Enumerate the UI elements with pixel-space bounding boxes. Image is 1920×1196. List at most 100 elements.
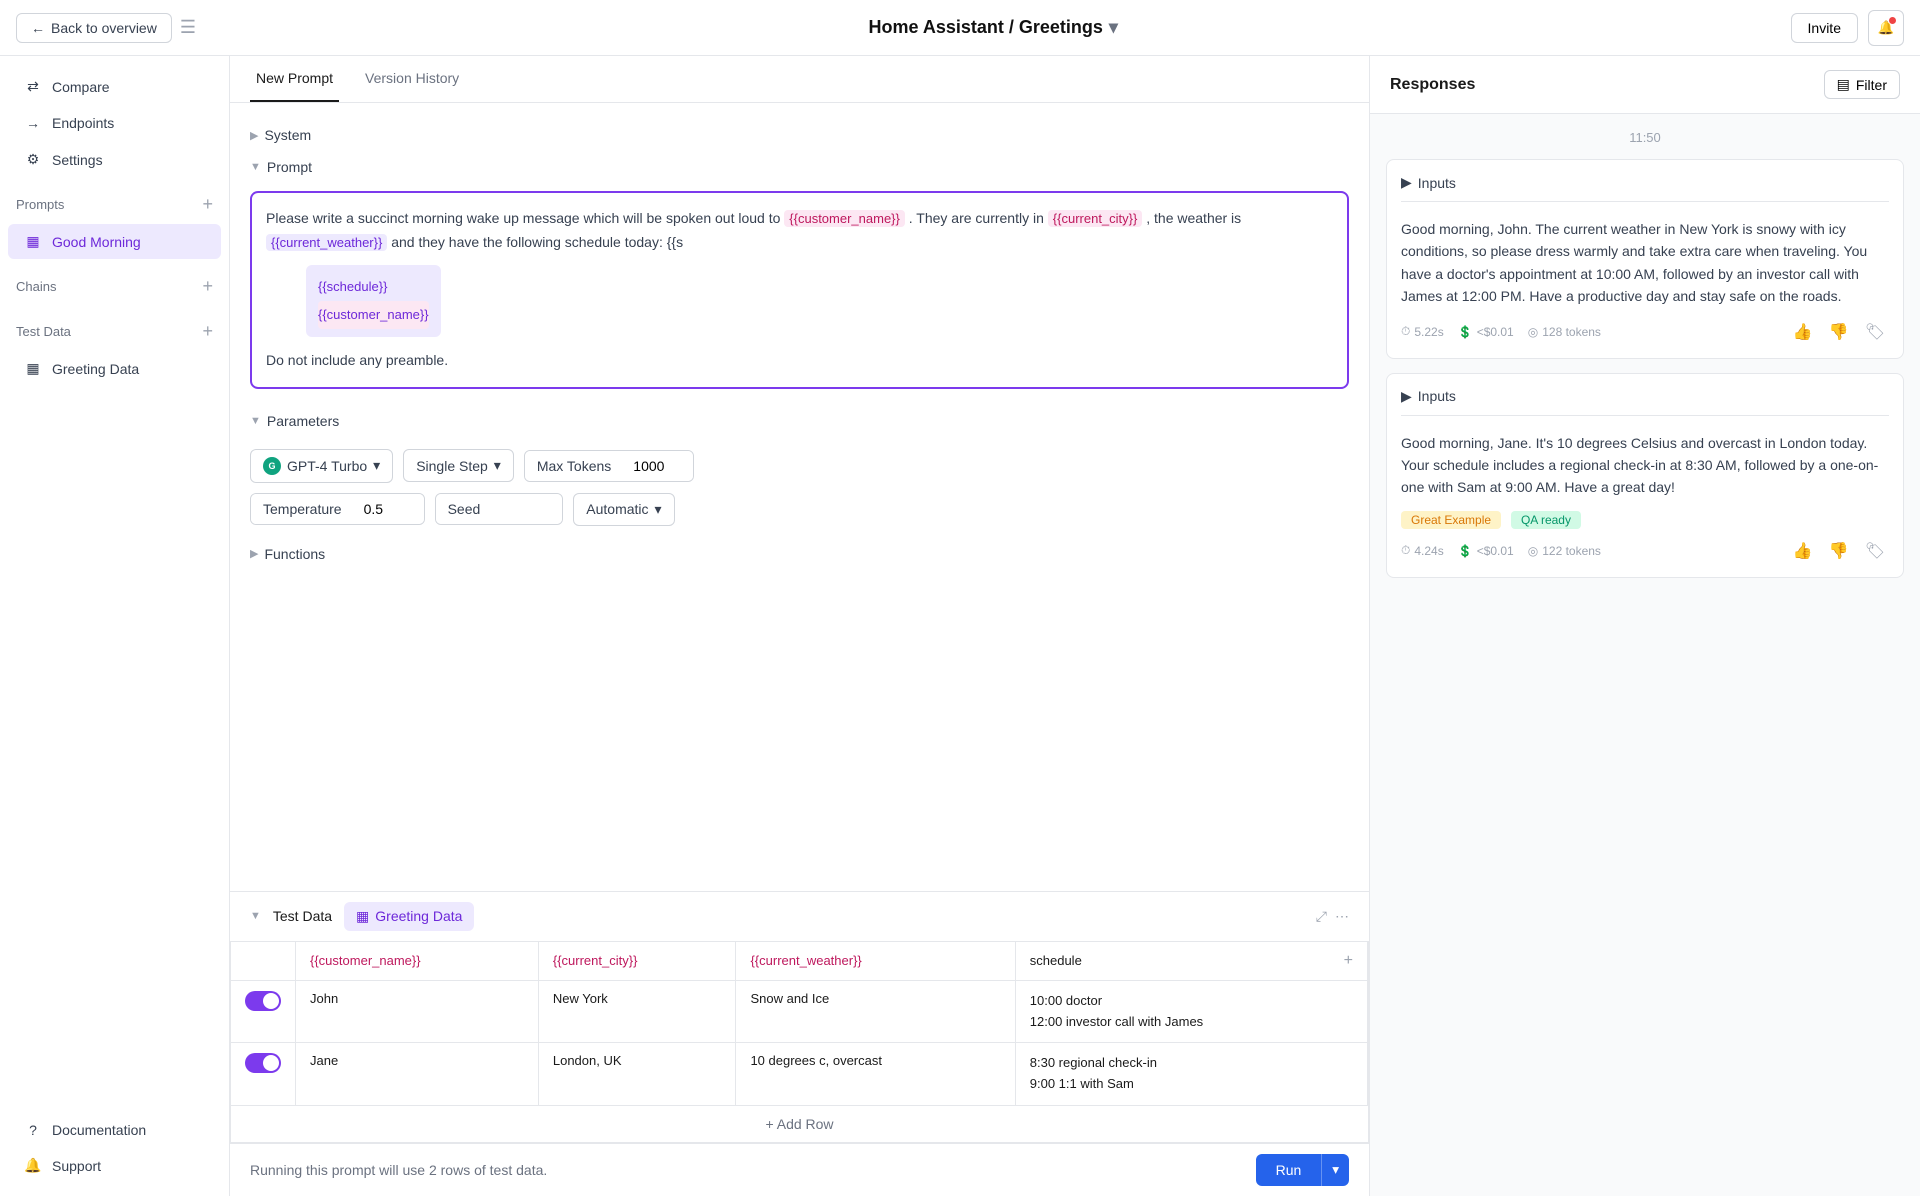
tag-button-2[interactable]: 🏷 [1861,539,1889,563]
row-toggle-cell [231,980,296,1043]
back-button[interactable]: ← Back to overview [16,13,172,43]
thumbs-up-button-2[interactable]: 👍 [1789,539,1817,563]
max-tokens-input[interactable] [623,451,693,481]
autocomplete-schedule[interactable]: {{schedule}} [318,273,429,301]
thumbs-down-button-1[interactable]: 👎 [1825,320,1853,344]
response-actions-1: 👍 👎 🏷 [1789,320,1889,344]
prompt-text-end: Do not include any preamble. [266,349,1333,373]
tag-great-example: Great Example [1401,511,1501,529]
sidebar-item-greeting-data[interactable]: ▦ Greeting Data [8,351,221,386]
expand-table-button[interactable]: ⤢ [1316,908,1327,925]
responses-body: 11:50 ▶ Inputs Good morning, John. The c… [1370,114,1920,1196]
table-header-row: {{customer_name}} {{current_city}} {{cur… [231,942,1368,981]
sidebar-item-settings[interactable]: ⚙ Settings [8,142,221,177]
sidebar-item-label: Documentation [52,1122,146,1138]
sidebar-item-support[interactable]: 🔔 Support [8,1148,221,1183]
title-text: Home Assistant / Greetings [869,17,1103,38]
thumbs-down-button-2[interactable]: 👎 [1825,539,1853,563]
prompt-editor[interactable]: Please write a succinct morning wake up … [250,191,1349,389]
time-label: 11:50 [1386,130,1904,145]
response-text-1: Good morning, John. The current weather … [1401,218,1889,308]
sidebar-item-compare[interactable]: ⇄ Compare [8,69,221,104]
token-icon: ◎ [1528,544,1538,558]
automatic-chevron-icon: ▾ [655,501,662,518]
tag-qa-ready: QA ready [1511,511,1581,529]
step-selector[interactable]: Single Step ▾ [403,449,514,482]
tag-button-1[interactable]: 🏷 [1861,320,1889,344]
more-options-button[interactable]: ⋯ [1335,908,1349,925]
chevron-down-icon: ▼ [250,415,261,427]
system-section[interactable]: ▶ System [250,119,1349,151]
run-dropdown-button[interactable]: ▾ [1321,1154,1349,1186]
tab-new-prompt[interactable]: New Prompt [250,56,339,102]
responses-title: Responses [1390,76,1475,94]
menu-icon-button[interactable]: ☰ [180,17,196,38]
support-icon: 🔔 [24,1157,42,1174]
inputs-toggle-2[interactable]: ▶ Inputs [1401,388,1889,405]
add-chain-button[interactable]: + [202,276,213,297]
sidebar-item-good-morning[interactable]: ▦ Good Morning [8,224,221,259]
parameters-section[interactable]: ▼ Parameters [250,405,1349,437]
sidebar-item-endpoints[interactable]: → Endpoints [8,106,221,140]
test-data-section-header: Test Data + [0,313,229,350]
step-label: Single Step [416,458,488,474]
add-test-data-button[interactable]: + [202,321,213,342]
sidebar-item-label: Good Morning [52,234,141,250]
content-area: New Prompt Version History ▶ System ▼ Pr… [230,56,1920,1196]
temperature-label: Temperature [251,494,354,524]
response-card-2: ▶ Inputs Good morning, Jane. It's 10 deg… [1386,373,1904,578]
add-prompt-button[interactable]: + [202,194,213,215]
seed-label: Seed [436,494,493,524]
filter-label: Filter [1856,77,1887,93]
col-schedule: schedule + [1015,942,1367,981]
compare-icon: ⇄ [24,78,42,95]
thumbs-up-button-1[interactable]: 👍 [1789,320,1817,344]
add-column-button[interactable]: + [1344,952,1353,970]
row2-schedule: 8:30 regional check-in 9:00 1:1 with Sam [1015,1043,1367,1105]
response-footer-2: ⏱ 4.24s 💲 <$0.01 ◎ 122 tokens [1401,539,1889,563]
seed-input[interactable] [492,494,562,524]
test-data-bar: ▼ Test Data ▦ Greeting Data ⤢ ⋯ [230,891,1369,941]
bottom-bar: Running this prompt will use 2 rows of t… [230,1143,1369,1196]
tab-version-history[interactable]: Version History [359,56,465,102]
row1-current-city: New York [538,980,736,1043]
automatic-selector[interactable]: Automatic ▾ [573,493,674,526]
autocomplete-customer-name[interactable]: {{customer_name}} [318,301,429,329]
chevron-right-icon: ▶ [1401,174,1412,191]
row2-toggle[interactable] [245,1053,281,1073]
chevron-right-icon: ▶ [250,547,258,560]
sidebar-item-label: Greeting Data [52,361,139,377]
add-row-button[interactable]: + Add Row [231,1105,1368,1142]
data-table-section: {{customer_name}} {{current_city}} {{cur… [230,941,1369,1143]
inputs-label-1: Inputs [1418,175,1456,191]
notifications-button[interactable]: 🔔 [1868,10,1904,46]
temperature-input[interactable] [354,494,424,524]
row1-toggle[interactable] [245,991,281,1011]
sidebar-item-documentation[interactable]: ? Documentation [8,1113,221,1147]
filter-button[interactable]: ▤ Filter [1824,70,1900,99]
table-icon: ▦ [356,908,369,925]
divider [1401,201,1889,202]
endpoints-icon: → [24,115,42,131]
tab-bar: New Prompt Version History [230,56,1369,103]
sidebar-item-label: Endpoints [52,115,114,131]
sidebar-item-label: Settings [52,152,103,168]
model-selector[interactable]: G GPT-4 Turbo ▾ [250,449,393,483]
clock-icon: ⏱ [1401,543,1410,558]
inputs-toggle-1[interactable]: ▶ Inputs [1401,174,1889,191]
prompt-section[interactable]: ▼ Prompt [250,151,1349,183]
notification-dot [1889,17,1896,24]
greeting-data-tab[interactable]: ▦ Greeting Data [344,902,474,931]
back-arrow-icon: ← [31,20,45,36]
tag-current-city: {{current_city}} [1048,210,1143,227]
run-button[interactable]: Run [1256,1154,1322,1186]
invite-button[interactable]: Invite [1791,13,1858,43]
functions-section[interactable]: ▶ Functions [250,536,1349,572]
clock-icon: ⏱ [1401,324,1410,339]
main-layout: ⇄ Compare → Endpoints ⚙ Settings Prompts… [0,56,1920,1196]
max-tokens-input-group: Max Tokens [524,450,694,482]
step-chevron-icon: ▾ [494,457,501,474]
response-cost-2: 💲 <$0.01 [1458,544,1514,558]
chevron-down-icon[interactable]: ▾ [1109,17,1118,38]
response-tags-2: Great Example QA ready [1401,511,1889,529]
